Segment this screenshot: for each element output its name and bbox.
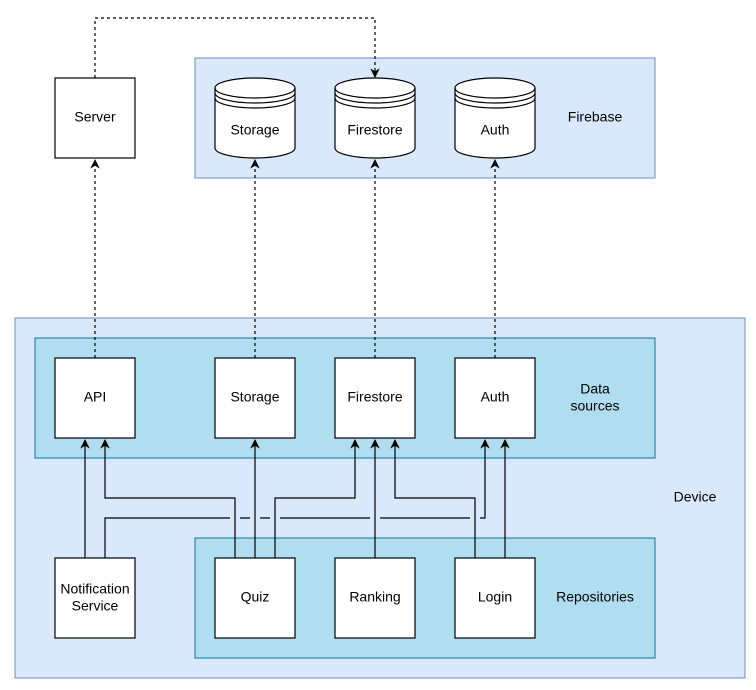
server-label: Server [74, 109, 116, 125]
storage-database-label: Storage [230, 122, 279, 138]
repositories-label: Repositories [556, 589, 634, 605]
quiz-label: Quiz [241, 589, 270, 605]
ranking-repository-node: Ranking [334, 557, 416, 639]
firestore-datasource-label: Firestore [347, 389, 402, 405]
auth-database-label: Auth [481, 122, 510, 138]
api-node: API [54, 357, 136, 439]
data-sources-label-line2: sources [570, 398, 619, 414]
auth-datasource-node: Auth [454, 357, 536, 439]
login-label: Login [478, 589, 512, 605]
data-sources-label-line1: Data [580, 381, 610, 397]
login-repository-node: Login [454, 557, 536, 639]
storage-datasource-node: Storage [214, 357, 296, 439]
quiz-repository-node: Quiz [214, 557, 296, 639]
architecture-diagram: Firebase Device Data sources Repositorie… [14, 17, 746, 679]
server-node: Server [54, 77, 136, 159]
auth-database-icon: Auth [454, 77, 536, 159]
firebase-label: Firebase [568, 109, 623, 125]
api-label: API [84, 389, 107, 405]
storage-datasource-label: Storage [230, 389, 279, 405]
firestore-database-label: Firestore [347, 122, 402, 138]
notification-label-line1: Notification [60, 581, 129, 597]
storage-database-icon: Storage [214, 77, 296, 159]
notification-label-line2: Service [72, 598, 119, 614]
firestore-database-icon: Firestore [334, 77, 416, 159]
auth-datasource-label: Auth [481, 389, 510, 405]
device-label: Device [674, 489, 717, 505]
firestore-datasource-node: Firestore [334, 357, 416, 439]
notification-service-node: NotificationService [54, 557, 136, 639]
ranking-label: Ranking [349, 589, 400, 605]
